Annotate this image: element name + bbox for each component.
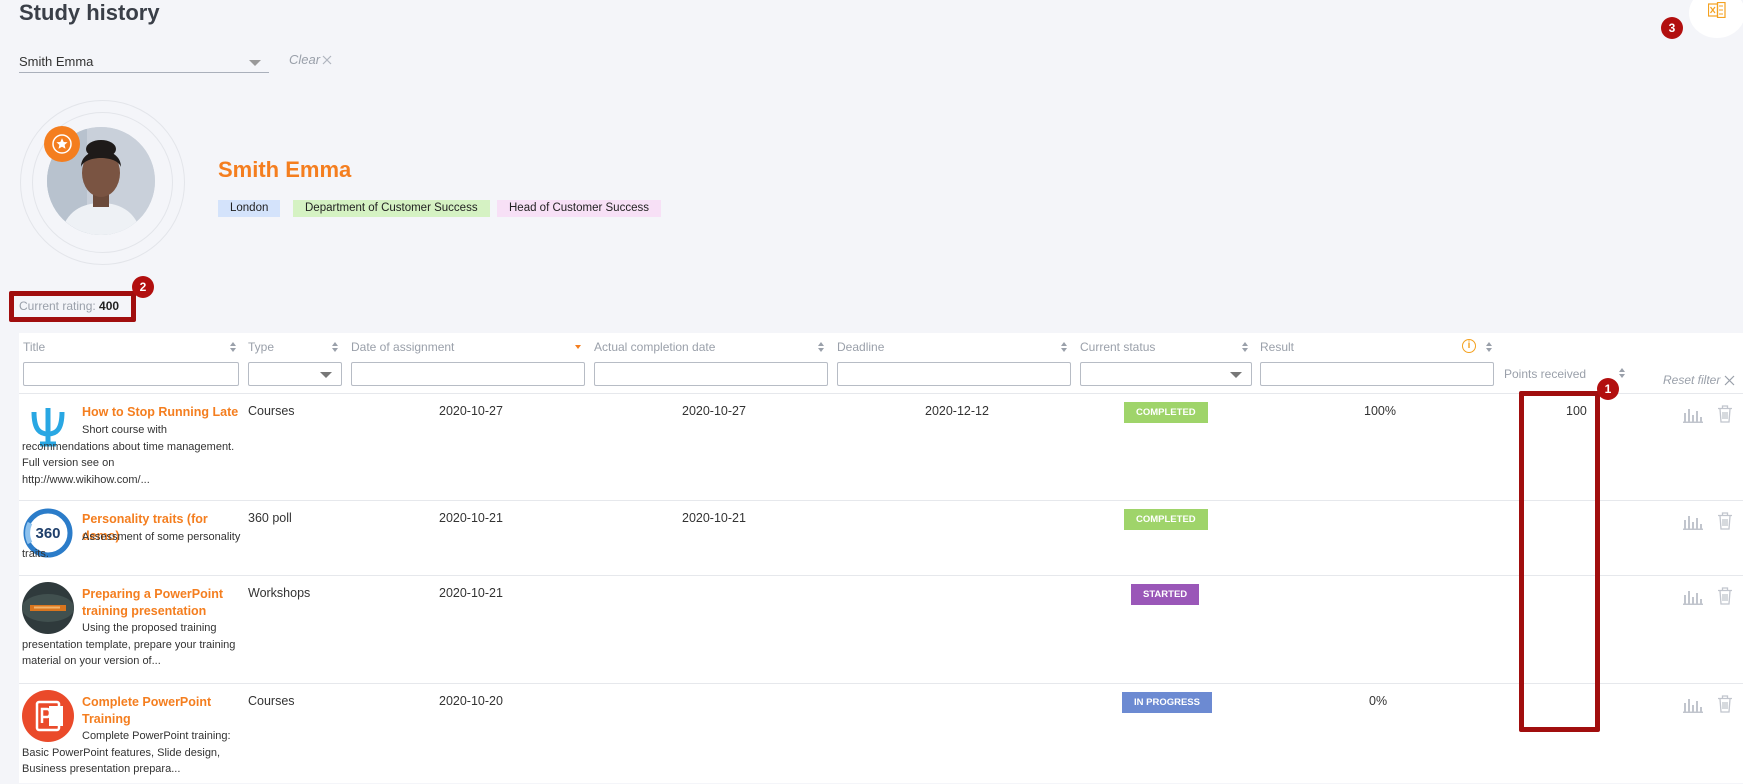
col-deadline[interactable]: Deadline	[837, 340, 884, 354]
export-excel-button[interactable]	[1689, 0, 1743, 38]
filter-type-select[interactable]	[248, 362, 342, 386]
statistics-icon[interactable]	[1683, 587, 1703, 605]
statistics-icon[interactable]	[1683, 695, 1703, 713]
col-date-assignment[interactable]: Date of assignment	[351, 340, 454, 354]
user-select[interactable]: Smith Emma	[19, 52, 269, 73]
study-table: Title Type Date of assignment Actual com…	[19, 333, 1743, 783]
table-row[interactable]: How to Stop Running Late Short course wi…	[19, 393, 1743, 500]
reset-filter-button[interactable]: Reset filter	[1663, 373, 1735, 387]
close-icon	[322, 55, 332, 64]
status-badge: COMPLETED	[1124, 402, 1208, 423]
excel-icon	[1708, 2, 1726, 18]
table-row[interactable]: Complete PowerPoint Training Complete Po…	[19, 683, 1743, 784]
close-icon	[1724, 375, 1735, 385]
row-assigned: 2020-10-20	[439, 694, 503, 708]
col-title[interactable]: Title	[23, 340, 45, 354]
trash-icon[interactable]	[1717, 405, 1733, 423]
row-type: Courses	[248, 404, 295, 418]
trash-icon[interactable]	[1717, 587, 1733, 605]
reset-filter-label: Reset filter	[1663, 373, 1721, 387]
col-current-status[interactable]: Current status	[1080, 340, 1155, 354]
star-badge	[44, 126, 80, 162]
filter-actual-completion-input[interactable]	[594, 362, 828, 386]
filter-status-select[interactable]	[1080, 362, 1252, 386]
col-type[interactable]: Type	[248, 340, 274, 354]
info-icon[interactable]: i	[1462, 339, 1476, 353]
profile-name: Smith Emma	[218, 157, 352, 182]
table-row[interactable]: 360 Personality traits (for demo) Assess…	[19, 500, 1743, 575]
row-assigned: 2020-10-21	[439, 586, 503, 600]
statistics-icon[interactable]	[1683, 512, 1703, 530]
clear-button[interactable]: Clear	[289, 52, 332, 67]
status-badge: COMPLETED	[1124, 509, 1208, 530]
row-assigned: 2020-10-21	[439, 511, 503, 525]
annotation-badge-2: 2	[132, 276, 154, 298]
star-icon	[52, 134, 72, 154]
chevron-down-icon	[1230, 372, 1242, 378]
tag-city: London	[218, 200, 281, 217]
statistics-icon[interactable]	[1683, 405, 1703, 423]
filter-result-input[interactable]	[1260, 362, 1494, 386]
row-title[interactable]: Preparing a PowerPoint training presenta…	[82, 586, 242, 620]
row-description: Short course with recommendations about …	[22, 424, 235, 486]
trash-icon[interactable]	[1717, 695, 1733, 713]
row-description: Complete PowerPoint training: Basic Powe…	[22, 730, 231, 775]
row-type: Workshops	[248, 586, 311, 600]
tag-department: Department of Customer Success	[293, 200, 490, 217]
row-completed: 2020-10-27	[682, 404, 746, 418]
row-assigned: 2020-10-27	[439, 404, 503, 418]
row-description: Assessment of some personality traits.	[22, 531, 241, 560]
user-select-value: Smith Emma	[19, 54, 94, 69]
tag-position: Head of Customer Success	[497, 200, 661, 217]
row-result: 100%	[1364, 404, 1396, 418]
clear-label: Clear	[289, 52, 321, 67]
row-title[interactable]: Complete PowerPoint Training	[82, 694, 242, 728]
status-badge: IN PROGRESS	[1122, 692, 1212, 713]
annotation-box-rating	[9, 291, 136, 322]
annotation-badge-3: 3	[1661, 17, 1683, 39]
chevron-down-icon	[249, 60, 261, 66]
filter-deadline-input[interactable]	[837, 362, 1071, 386]
row-type: Courses	[248, 694, 295, 708]
filter-date-assignment-input[interactable]	[351, 362, 585, 386]
filter-title-input[interactable]	[23, 362, 239, 386]
row-description: Using the proposed training presentation…	[22, 622, 236, 667]
annotation-box-points	[1519, 391, 1600, 732]
chevron-down-icon	[320, 372, 332, 378]
status-badge: STARTED	[1131, 584, 1200, 605]
page-title: Study history	[19, 0, 160, 25]
row-type: 360 poll	[248, 511, 292, 525]
col-result[interactable]: Result	[1260, 340, 1294, 354]
row-deadline: 2020-12-12	[925, 404, 989, 418]
table-row[interactable]: Preparing a PowerPoint training presenta…	[19, 575, 1743, 683]
col-points-received[interactable]: Points received	[1504, 367, 1586, 381]
col-actual-completion[interactable]: Actual completion date	[594, 340, 715, 354]
row-title[interactable]: How to Stop Running Late	[82, 404, 242, 421]
annotation-badge-1: 1	[1597, 378, 1619, 400]
row-completed: 2020-10-21	[682, 511, 746, 525]
trash-icon[interactable]	[1717, 512, 1733, 530]
row-result: 0%	[1369, 694, 1388, 708]
